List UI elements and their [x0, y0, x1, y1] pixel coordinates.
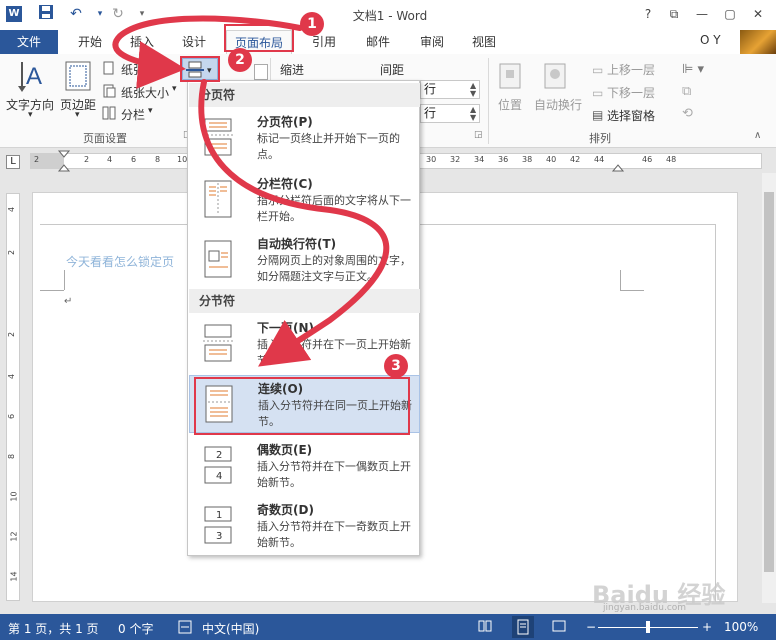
annotation-arrows [112, 15, 390, 367]
baidu-watermark-url: jingyan.baidu.com [603, 603, 687, 613]
